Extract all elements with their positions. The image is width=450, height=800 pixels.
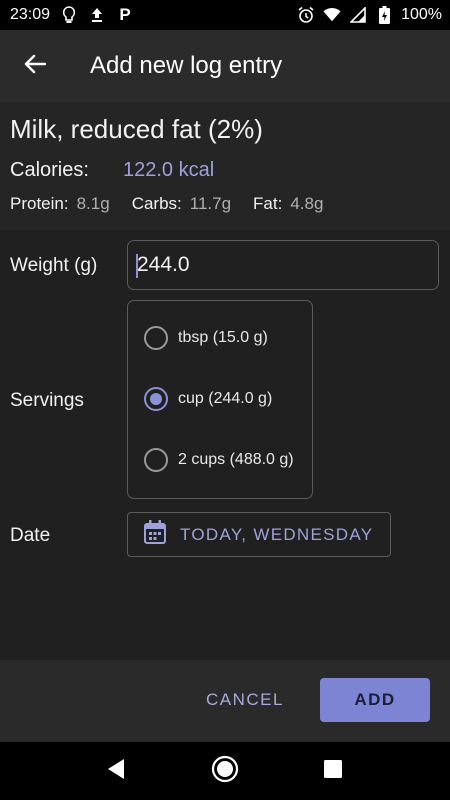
nav-back-button[interactable] [101,756,131,786]
calendar-icon [144,520,166,549]
system-nav-bar [0,742,450,800]
recents-square-icon [323,759,343,784]
text-cursor [136,254,138,278]
status-left: 23:09 P [10,5,134,24]
weight-input[interactable] [127,240,439,290]
back-triangle-icon [106,758,126,785]
radio-button[interactable] [144,448,168,472]
fat-label: Fat: [253,194,283,213]
battery-icon [375,6,393,24]
serving-option-tbsp[interactable]: tbsp (15.0 g) [144,326,268,350]
protein-label: Protein: [10,194,69,213]
food-name: Milk, reduced fat (2%) [10,114,263,144]
serving-option-2-cups[interactable]: 2 cups (488.0 g) [144,448,294,472]
page-title: Add new log entry [90,52,283,79]
status-time: 23:09 [10,6,51,23]
protein-value: 8.1g [76,194,110,213]
calories-label: Calories: [10,159,89,181]
nav-home-button[interactable] [210,755,240,788]
servings-radio-group: tbsp (15.0 g) cup (244.0 g) 2 cups (488.… [127,300,313,499]
macros-row: Protein: 8.1g Carbs: 11.7g Fat: 4.8g [10,194,440,214]
home-circle-icon [211,755,239,788]
cancel-button[interactable]: CANCEL [192,678,298,722]
signal-icon [349,6,367,24]
app-bar: Add new log entry [0,30,450,102]
calories-value: 122.0 kcal [123,159,215,181]
battery-percent: 100% [401,6,442,23]
date-picker-button[interactable]: TODAY, WEDNESDAY [127,512,391,557]
wifi-icon [323,6,341,24]
parking-icon: P [119,5,131,24]
fat-value: 4.8g [290,194,324,213]
carbs-value: 11.7g [189,194,232,213]
serving-option-label: 2 cups (488.0 g) [178,451,294,468]
radio-button-selected[interactable] [144,387,168,411]
serving-option-cup[interactable]: cup (244.0 g) [144,387,272,411]
back-button[interactable] [0,30,70,102]
date-label: Date [10,525,51,546]
alarm-icon [297,6,315,24]
lightbulb-icon [60,6,78,24]
servings-label: Servings [10,390,84,411]
status-bar: 23:09 P 100% [0,0,450,30]
arrow-left-icon [24,54,47,79]
nav-recents-button[interactable] [318,756,348,786]
carbs-label: Carbs: [131,194,182,213]
date-value: TODAY, WEDNESDAY [180,524,374,544]
dialog-actions: CANCEL ADD [0,660,450,742]
radio-button[interactable] [144,326,168,350]
serving-option-label: tbsp (15.0 g) [178,329,268,346]
calories-row: Calories: 122.0 kcal [10,159,440,182]
log-form: Weight (g) Servings tbsp (15.0 g) cup (2… [0,230,450,660]
add-button[interactable]: ADD [320,678,430,722]
weight-label: Weight (g) [10,255,98,276]
status-right: 100% [297,6,442,24]
upload-icon [88,6,106,24]
food-summary: Milk, reduced fat (2%) Calories: 122.0 k… [0,102,450,230]
serving-option-label: cup (244.0 g) [178,390,273,407]
